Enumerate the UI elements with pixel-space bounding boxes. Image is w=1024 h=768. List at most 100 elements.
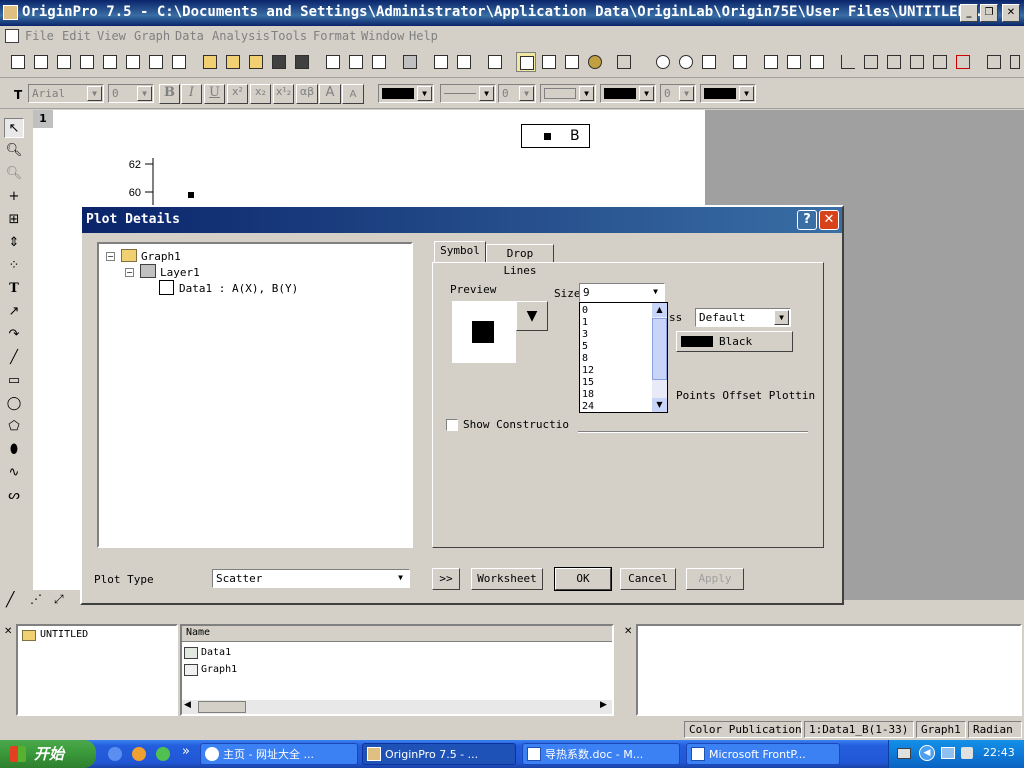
underline-button[interactable]: U [204, 84, 225, 104]
chevron-down-icon[interactable]: ▼ [648, 285, 663, 300]
show-construction-checkbox[interactable] [446, 419, 458, 431]
size-combobox[interactable]: 9 ▼ [579, 283, 665, 302]
zoom-in-icon[interactable] [653, 52, 673, 72]
keyboard-icon[interactable] [897, 748, 911, 759]
open-icon[interactable] [200, 52, 220, 72]
line-plot-icon[interactable]: ╱ [6, 592, 26, 612]
tree-graph1[interactable]: Graph1 [141, 250, 181, 263]
custom-routine-icon[interactable] [585, 52, 605, 72]
duplicate-icon[interactable] [454, 52, 474, 72]
list-item-graph1[interactable]: Graph1 [201, 664, 237, 675]
size-option[interactable]: 8 [582, 353, 588, 365]
menu-help[interactable]: Help [409, 29, 438, 43]
axis-l-icon[interactable] [838, 52, 858, 72]
new-graph-icon[interactable] [77, 52, 97, 72]
code-builder-icon[interactable] [562, 52, 582, 72]
pe-close-icon[interactable]: ✕ [4, 626, 12, 637]
close-button[interactable]: ✕ [1002, 4, 1020, 22]
open-excel-icon[interactable] [246, 52, 266, 72]
curved-arrow-icon[interactable]: ↷ [4, 325, 24, 345]
layer-4-icon[interactable] [807, 52, 827, 72]
menu-tools[interactable]: Tools [271, 29, 307, 43]
scroll-thumb[interactable] [198, 701, 246, 713]
menu-view[interactable]: View [97, 29, 126, 43]
text-tool-icon[interactable]: T [4, 279, 24, 299]
scroll-thumb[interactable] [652, 318, 667, 380]
task-frontpage[interactable]: Microsoft FrontP... [686, 743, 840, 765]
fill-pattern-select[interactable]: ▼ [540, 84, 596, 103]
horizontal-scrollbar[interactable]: ◀ ▶ [182, 700, 612, 714]
results-close-icon[interactable]: ✕ [624, 626, 632, 637]
new-layout-icon[interactable] [146, 52, 166, 72]
chevron-down-icon[interactable]: ▼ [417, 86, 432, 101]
new-function-icon[interactable] [123, 52, 143, 72]
angle-select[interactable]: 0 ▼ [660, 84, 696, 103]
project-explorer-icon[interactable] [485, 52, 505, 72]
scroll-left-icon[interactable]: ◀ [184, 700, 191, 710]
arrow-tool-icon[interactable]: ↗ [4, 302, 24, 322]
start-button[interactable]: 开始 [0, 740, 96, 768]
symbol-gallery-button[interactable]: ▼ [516, 301, 548, 331]
ok-button[interactable]: OK [554, 567, 612, 591]
whole-page-icon[interactable] [699, 52, 719, 72]
axis-lr-icon[interactable] [884, 52, 904, 72]
new-matrix-icon[interactable] [100, 52, 120, 72]
ql-ie-icon[interactable] [108, 747, 122, 761]
increase-font-button[interactable]: A [319, 84, 341, 104]
task-originpro[interactable]: OriginPro 7.5 - ... [362, 743, 516, 765]
chevron-down-icon[interactable]: ▼ [393, 571, 408, 586]
circle-tool-icon[interactable]: ◯ [4, 394, 24, 414]
font-color-select[interactable]: ▼ [378, 84, 434, 103]
fill-color-select[interactable]: ▼ [600, 84, 656, 103]
list-header[interactable]: Name [182, 626, 612, 642]
ql-media-icon[interactable] [132, 747, 146, 761]
menu-format[interactable]: Format [313, 29, 356, 43]
size-option[interactable]: 0 [582, 305, 588, 317]
scroll-up-icon[interactable]: ▲ [652, 303, 667, 317]
tree-expander[interactable]: − [125, 268, 134, 277]
axis-b-icon[interactable] [930, 52, 950, 72]
network-icon[interactable] [941, 747, 955, 759]
dialog-close-button[interactable]: ✕ [819, 210, 839, 230]
size-option[interactable]: 1 [582, 317, 588, 329]
chevron-down-icon[interactable]: ▼ [579, 86, 594, 101]
line-width-select[interactable]: 0 ▼ [498, 84, 536, 103]
screen-reader-icon[interactable]: + [4, 187, 24, 207]
layer-2-icon[interactable] [784, 52, 804, 72]
menu-analysis[interactable]: Analysis [212, 29, 270, 43]
plot-type-select[interactable]: Scatter ▼ [212, 569, 410, 588]
region-tool-icon[interactable]: ⬮ [4, 440, 24, 460]
chevron-down-icon[interactable]: ▼ [774, 310, 789, 325]
tree-expander[interactable]: − [106, 252, 115, 261]
line-style-select[interactable]: ▼ [440, 84, 496, 103]
decrease-font-button[interactable]: A [342, 84, 364, 104]
list-item-data1[interactable]: Data1 [201, 647, 231, 658]
new-excel-icon[interactable] [54, 52, 74, 72]
data-selector-icon[interactable]: ⇕ [4, 233, 24, 253]
ql-messenger-icon[interactable] [156, 747, 170, 761]
menu-edit[interactable]: Edit [62, 29, 91, 43]
refresh-icon[interactable] [431, 52, 451, 72]
tab-drop-lines[interactable]: Drop Lines [486, 244, 554, 277]
help-button[interactable]: ? [797, 210, 817, 230]
pattern-color-select[interactable]: ▼ [700, 84, 756, 103]
zoom-out-tool-icon[interactable]: 🔍︎ [4, 164, 24, 184]
worksheet-button[interactable]: Worksheet [471, 568, 543, 590]
apply-button[interactable]: Apply [686, 568, 744, 590]
chevron-down-icon[interactable]: ▼ [87, 86, 102, 101]
layer-1-icon[interactable] [761, 52, 781, 72]
supsub-button[interactable]: x¹₂ [273, 84, 294, 104]
menu-data[interactable]: Data [175, 29, 204, 43]
bold-button[interactable]: B [159, 84, 180, 104]
size-option[interactable]: 3 [582, 329, 588, 341]
new-notes-icon[interactable] [169, 52, 189, 72]
results-log-icon[interactable] [516, 52, 536, 72]
line-symbol-icon[interactable]: ⤢ [54, 592, 74, 612]
distribute-icon[interactable] [1007, 52, 1021, 72]
save-template-icon[interactable] [292, 52, 312, 72]
greek-button[interactable]: αβ [296, 84, 318, 104]
tab-symbol[interactable]: Symbol [434, 241, 486, 263]
volume-icon[interactable] [961, 747, 973, 759]
symbol-color-button[interactable]: Black [676, 331, 793, 352]
scatter-plot-icon[interactable]: ⋰ [30, 592, 50, 612]
